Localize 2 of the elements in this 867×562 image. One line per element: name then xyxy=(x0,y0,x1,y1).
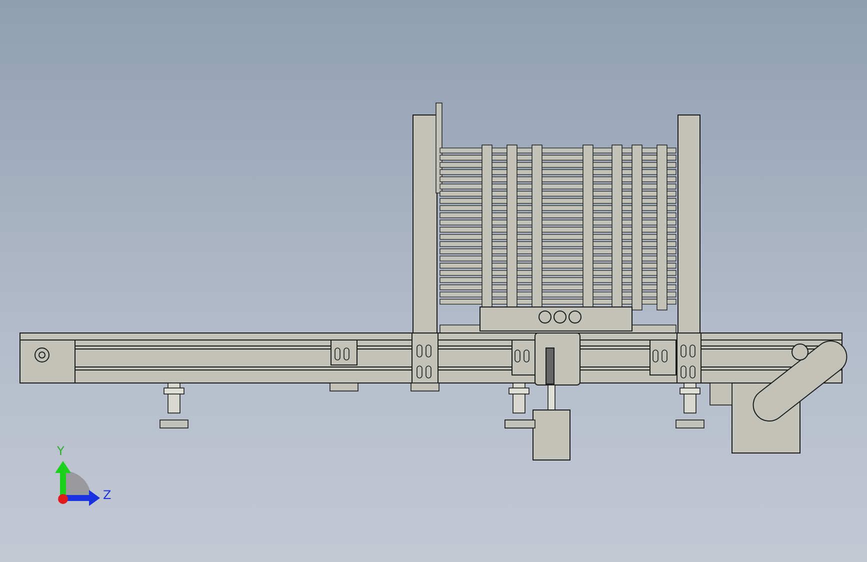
axis-label: Y xyxy=(57,444,64,458)
axis-label: Z xyxy=(103,488,112,502)
